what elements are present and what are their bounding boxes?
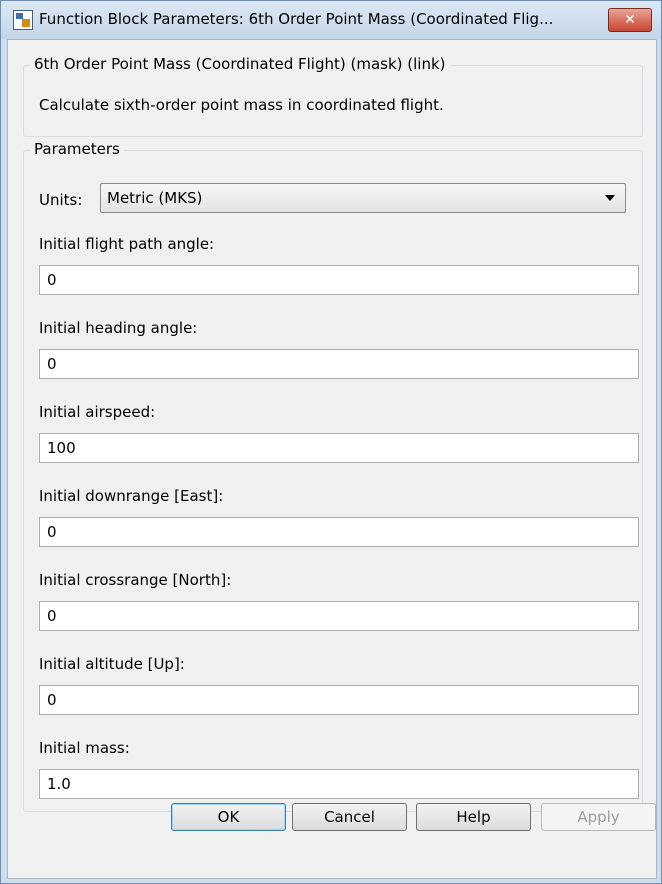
description-group: 6th Order Point Mass (Coordinated Flight…	[23, 55, 643, 137]
downrange-label: Initial downrange [East]:	[39, 487, 224, 505]
crossrange-label: Initial crossrange [North]:	[39, 571, 232, 589]
icon-part-orange	[22, 19, 30, 27]
heading-angle-label: Initial heading angle:	[39, 319, 198, 337]
flight-path-angle-label: Initial flight path angle:	[39, 235, 215, 253]
window-title: Function Block Parameters: 6th Order Poi…	[39, 10, 554, 28]
units-selected-value: Metric (MKS)	[107, 189, 203, 207]
help-button[interactable]: Help	[416, 803, 531, 831]
units-dropdown[interactable]: Metric (MKS)	[100, 183, 626, 213]
mass-label: Initial mass:	[39, 739, 130, 757]
dialog-body: 6th Order Point Mass (Coordinated Flight…	[7, 39, 657, 879]
altitude-label: Initial altitude [Up]:	[39, 655, 185, 673]
parameters-group: Parameters Units: Metric (MKS) Initial f…	[23, 140, 643, 812]
dialog-window: Function Block Parameters: 6th Order Poi…	[0, 0, 662, 884]
chevron-down-icon	[605, 195, 615, 201]
downrange-field[interactable]: 0	[39, 517, 639, 547]
airspeed-label: Initial airspeed:	[39, 403, 156, 421]
crossrange-field[interactable]: 0	[39, 601, 639, 631]
cancel-button[interactable]: Cancel	[292, 803, 407, 831]
description-group-title: 6th Order Point Mass (Coordinated Flight…	[30, 55, 450, 73]
units-label: Units:	[39, 191, 83, 209]
altitude-field[interactable]: 0	[39, 685, 639, 715]
flight-path-angle-field[interactable]: 0	[39, 265, 639, 295]
parameters-group-title: Parameters	[30, 140, 124, 158]
apply-button[interactable]: Apply	[541, 803, 656, 831]
close-icon: ✕	[624, 12, 636, 28]
heading-angle-field[interactable]: 0	[39, 349, 639, 379]
airspeed-field[interactable]: 100	[39, 433, 639, 463]
title-bar[interactable]: Function Block Parameters: 6th Order Poi…	[1, 1, 661, 39]
block-description: Calculate sixth-order point mass in coor…	[39, 96, 444, 114]
mass-field[interactable]: 1.0	[39, 769, 639, 799]
ok-button[interactable]: OK	[171, 803, 286, 831]
close-button[interactable]: ✕	[608, 8, 652, 32]
simulink-block-icon	[13, 10, 33, 30]
